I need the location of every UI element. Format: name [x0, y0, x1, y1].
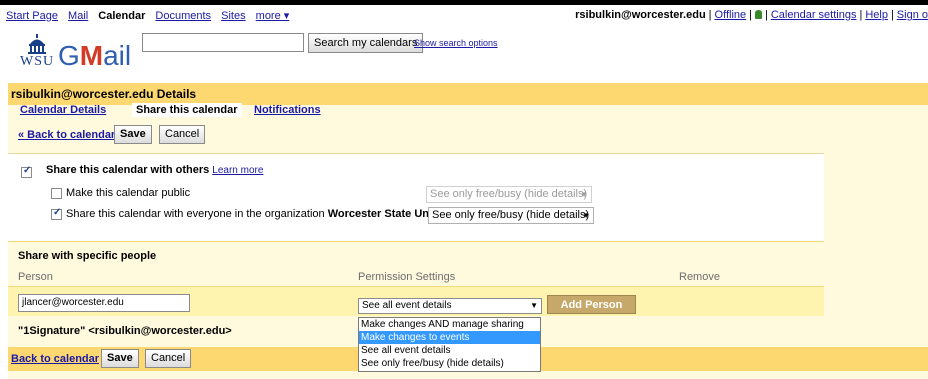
nav-mail[interactable]: Mail: [68, 10, 88, 22]
back-to-calendar-link[interactable]: « Back to calendar: [18, 129, 115, 141]
share-with-others-row: Share this calendar with others Learn mo…: [46, 164, 263, 176]
tab-notifications[interactable]: Notifications: [254, 104, 321, 116]
offline-status-icon: [754, 10, 762, 19]
person-email-input[interactable]: jlancer@worcester.edu: [18, 294, 190, 312]
wsu-logo-text: WSU: [20, 54, 55, 69]
gmail-logo-text: GMail: [58, 40, 132, 71]
public-permission-select: See only free/busy (hide details) ▼: [426, 186, 592, 203]
column-person: Person: [18, 271, 53, 283]
calendar-search-input[interactable]: [142, 33, 304, 52]
organization-permission-select[interactable]: See only free/busy (hide details) ▼: [428, 207, 594, 224]
show-search-options-link[interactable]: Show search options: [414, 38, 498, 48]
option-manage-sharing[interactable]: Make changes AND manage sharing: [359, 318, 540, 331]
nav-documents[interactable]: Documents: [155, 10, 211, 22]
nav-sites[interactable]: Sites: [221, 10, 245, 22]
add-person-row: jlancer@worcester.edu See all event deta…: [8, 286, 824, 316]
option-free-busy[interactable]: See only free/busy (hide details): [359, 357, 540, 370]
share-organization-row: Share this calendar with everyone in the…: [66, 208, 468, 220]
share-with-others-checkbox[interactable]: [21, 165, 32, 178]
help-link[interactable]: Help: [865, 9, 888, 21]
sharing-options-area: Share this calendar with others Learn mo…: [8, 153, 824, 241]
learn-more-link[interactable]: Learn more: [212, 165, 263, 176]
share-specific-title: Share with specific people: [18, 250, 157, 262]
bottom-cancel-button[interactable]: Cancel: [145, 349, 192, 368]
tab-share-this-calendar[interactable]: Share this calendar: [132, 103, 242, 117]
share-specific-people-section: Share with specific people Person Permis…: [8, 241, 824, 286]
share-organization-checkbox[interactable]: [51, 207, 62, 220]
save-button[interactable]: Save: [114, 125, 152, 144]
owner-name: "1Signature" <rsibulkin@worcester.edu>: [18, 325, 232, 337]
sign-out-link[interactable]: Sign o: [897, 9, 928, 21]
make-public-label: Make this calendar public: [66, 187, 191, 199]
calendar-settings-link[interactable]: Calendar settings: [771, 9, 857, 21]
account-links: rsibulkin@worcester.edu | Offline | | Calenda…: [575, 9, 928, 21]
details-title-bar: rsibulkin@worcester.edu Details: [8, 83, 928, 105]
page-title: rsibulkin@worcester.edu Details: [11, 87, 197, 101]
bottom-save-button[interactable]: Save: [101, 349, 139, 368]
top-nav: Start Page Mail Calendar Documents Sites…: [6, 9, 928, 23]
option-make-changes[interactable]: Make changes to events: [359, 331, 540, 344]
bottom-back-to-calendar-link[interactable]: Back to calendar: [11, 353, 99, 365]
search-calendars-button[interactable]: Search my calendars: [308, 33, 424, 53]
option-see-all-details[interactable]: See all event details: [359, 344, 540, 357]
wsu-dome-icon: [28, 34, 46, 54]
offline-link[interactable]: Offline: [715, 9, 747, 21]
column-remove: Remove: [679, 271, 720, 283]
column-permission-settings: Permission Settings: [358, 271, 456, 283]
chevron-down-icon: ▼: [580, 190, 588, 199]
wsu-gmail-logo[interactable]: WSU GMail: [20, 30, 140, 78]
nav-calendar[interactable]: Calendar: [98, 10, 145, 22]
window-top-border: [0, 0, 928, 5]
share-with-others-label: Share this calendar with others: [46, 164, 210, 176]
chevron-down-icon: ▼: [530, 301, 538, 310]
user-email: rsibulkin@worcester.edu: [575, 9, 706, 21]
cancel-button[interactable]: Cancel: [159, 125, 206, 144]
tab-calendar-details[interactable]: Calendar Details: [20, 104, 106, 116]
nav-start-page[interactable]: Start Page: [6, 10, 58, 22]
permission-dropdown-list: Make changes AND manage sharing Make cha…: [358, 317, 541, 372]
nav-more[interactable]: more ▾: [256, 10, 290, 22]
make-public-checkbox[interactable]: [51, 188, 62, 199]
share-organization-label: Share this calendar with everyone in the…: [66, 208, 325, 220]
permission-select[interactable]: See all event details ▼: [358, 298, 542, 314]
add-person-button[interactable]: Add Person: [547, 295, 636, 314]
chevron-down-icon: ▼: [582, 211, 590, 220]
